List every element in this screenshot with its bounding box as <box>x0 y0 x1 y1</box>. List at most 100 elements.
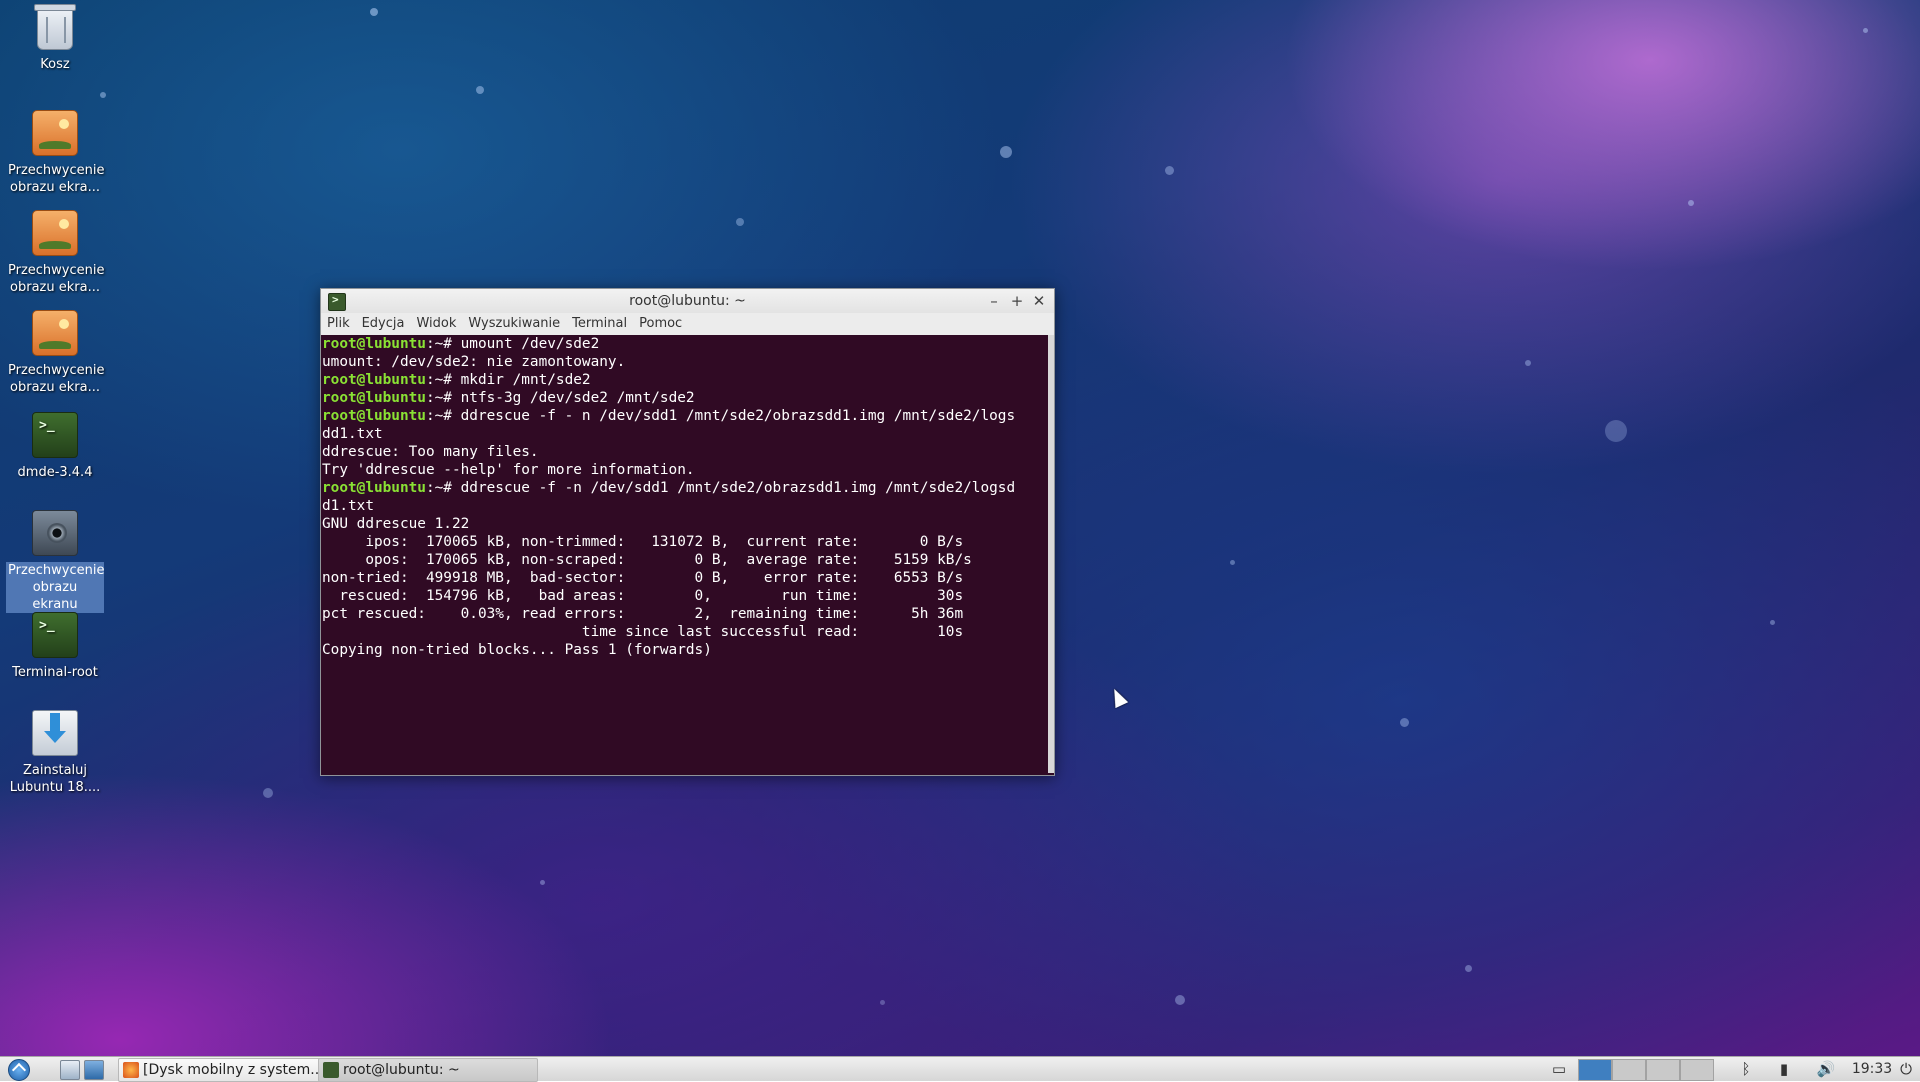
desktop-icon-trash[interactable]: Kosz <box>6 4 104 73</box>
terminal-window[interactable]: root@lubuntu: ~ – + ✕ PlikEdycjaWidokWys… <box>320 288 1055 776</box>
workspace-4[interactable] <box>1680 1059 1714 1081</box>
workspace-3[interactable] <box>1646 1059 1680 1081</box>
workspace-2[interactable] <box>1612 1059 1646 1081</box>
terminal-line: pct rescued: 0.03%, read errors: 2, rema… <box>322 605 963 623</box>
desktop-icon-label: Terminal-root <box>12 665 98 680</box>
desktop-icon-label: dmde-3.4.4 <box>17 465 93 480</box>
terminal-icon <box>323 1062 339 1078</box>
menu-widok[interactable]: Widok <box>410 313 462 335</box>
terminal-line-text: umount: /dev/sde2: nie zamontowany. <box>322 354 626 370</box>
star <box>1863 28 1868 33</box>
menu-plik[interactable]: Plik <box>321 313 356 335</box>
star <box>370 8 378 16</box>
terminal-line: dd1.txt <box>322 425 383 443</box>
start-menu-button[interactable] <box>8 1059 30 1081</box>
terminal-line-text: umount /dev/sde2 <box>451 336 600 352</box>
clock[interactable]: 19:33 <box>1850 1057 1894 1081</box>
bluetooth-icon[interactable]: ᛒ <box>1736 1057 1756 1081</box>
terminal-line: rescued: 154796 kB, bad areas: 0, run ti… <box>322 587 963 605</box>
task-label: root@lubuntu: ~ <box>343 1062 460 1078</box>
star <box>1165 166 1174 175</box>
maximize-button[interactable]: + <box>1007 291 1027 311</box>
desktop-icon-dmde[interactable]: dmde-3.4.4 <box>6 408 104 481</box>
terminal-line-text: non-tried: 499918 MB, bad-sector: 0 B, e… <box>322 570 964 586</box>
terminal-line-text: GNU ddrescue 1.22 <box>322 516 470 532</box>
terminal-line: root@lubuntu:~# umount /dev/sde2 <box>322 335 599 353</box>
taskbar: [Dysk mobilny z system... root@lubuntu: … <box>0 1056 1920 1082</box>
terminal-line-text: ntfs-3g /dev/sde2 /mnt/sde2 <box>451 390 695 406</box>
window-titlebar[interactable]: root@lubuntu: ~ – + ✕ <box>321 289 1054 313</box>
desktop-icon-label: Przechwycenie obrazu ekra... <box>8 263 105 295</box>
terminal-line-text: ddrescue -f -n /dev/sdd1 /mnt/sde2/obraz… <box>451 480 1016 496</box>
scrollbar[interactable] <box>1048 335 1054 773</box>
terminal-line: root@lubuntu:~# ddrescue -f - n /dev/sdd… <box>322 407 1015 425</box>
workspace-1[interactable] <box>1578 1059 1612 1081</box>
terminal-prompt-suffix: :~# <box>425 390 452 406</box>
screenshot-file-icon <box>32 110 78 156</box>
terminal-line: Copying non-tried blocks... Pass 1 (forw… <box>322 641 712 659</box>
star <box>1175 995 1185 1005</box>
desktop-icon-screenshot-2[interactable]: Przechwycenie obrazu ekra... <box>6 206 104 296</box>
terminal-line-text: Copying non-tried blocks... Pass 1 (forw… <box>322 642 712 658</box>
desktop-icon-install-lubuntu[interactable]: Zainstaluj Lubuntu 18.... <box>6 706 104 796</box>
terminal-line: d1.txt <box>322 497 374 515</box>
power-icon[interactable]: ⏻ <box>1896 1057 1916 1081</box>
window-list-icon[interactable]: ▭ <box>1548 1057 1570 1081</box>
menu-terminal[interactable]: Terminal <box>566 313 633 335</box>
terminal-prompt: root@lubuntu <box>322 390 426 406</box>
star <box>1605 420 1627 442</box>
desktop-icon-label: Przechwycenie obrazu ekra... <box>8 163 105 195</box>
desktop-icon-screenshot-tool[interactable]: Przechwycenie obrazu ekranu <box>6 506 104 613</box>
close-button[interactable]: ✕ <box>1029 291 1049 311</box>
minimize-button[interactable]: – <box>984 291 1004 311</box>
terminal-prompt-suffix: :~# <box>425 480 452 496</box>
terminal-prompt: root@lubuntu <box>322 480 426 496</box>
star <box>1400 718 1409 727</box>
terminal-prompt: root@lubuntu <box>322 408 426 424</box>
terminal-line-text: mkdir /mnt/sde2 <box>451 372 591 388</box>
desktop-icon-terminal-root[interactable]: Terminal-root <box>6 608 104 681</box>
desktop-show-icon[interactable] <box>84 1060 104 1080</box>
trash-icon <box>34 4 76 50</box>
star <box>1230 560 1235 565</box>
volume-icon[interactable]: 🔊 <box>1814 1057 1838 1081</box>
terminal-line: root@lubuntu:~# ddrescue -f -n /dev/sdd1… <box>322 479 1015 497</box>
terminal-line: time since last successful read: 10s <box>322 623 963 641</box>
terminal-prompt-suffix: :~# <box>425 336 452 352</box>
desktop-icon-label: Kosz <box>40 57 70 72</box>
terminal-line-text: time since last successful read: 10s <box>322 624 964 640</box>
terminal-line-text: opos: 170065 kB, non-scraped: 0 B, avera… <box>322 552 972 568</box>
terminal-line: non-tried: 499918 MB, bad-sector: 0 B, e… <box>322 569 963 587</box>
desktop-icon-label: Zainstaluj Lubuntu 18.... <box>9 763 101 795</box>
star <box>736 218 744 226</box>
network-signal-icon[interactable]: ▮ <box>1774 1057 1794 1081</box>
firefox-icon <box>123 1062 139 1078</box>
desktop-icon-screenshot-3[interactable]: Przechwycenie obrazu ekra... <box>6 306 104 396</box>
terminal-line-text: ddrescue -f - n /dev/sdd1 /mnt/sde2/obra… <box>451 408 1016 424</box>
taskbar-task-terminal[interactable]: root@lubuntu: ~ <box>318 1058 538 1082</box>
window-title: root@lubuntu: ~ <box>629 293 746 309</box>
star <box>1000 146 1012 158</box>
file-manager-launcher-icon[interactable] <box>60 1060 80 1080</box>
star <box>1770 620 1775 625</box>
menu-edycja[interactable]: Edycja <box>356 313 411 335</box>
terminal-line: root@lubuntu:~# mkdir /mnt/sde2 <box>322 371 591 389</box>
menu-pomoc[interactable]: Pomoc <box>633 313 688 335</box>
terminal-line-text: d1.txt <box>322 498 374 514</box>
terminal-line: opos: 170065 kB, non-scraped: 0 B, avera… <box>322 551 972 569</box>
star <box>1465 965 1472 972</box>
menu-wyszukiwanie[interactable]: Wyszukiwanie <box>462 313 566 335</box>
star <box>1688 200 1694 206</box>
terminal-line: Try 'ddrescue --help' for more informati… <box>322 461 695 479</box>
terminal-prompt: root@lubuntu <box>322 336 426 352</box>
terminal-output[interactable]: root@lubuntu:~# umount /dev/sde2 umount: … <box>321 335 1048 773</box>
star <box>100 92 106 98</box>
terminal-line-text: ipos: 170065 kB, non-trimmed: 131072 B, … <box>322 534 964 550</box>
terminal-line-text: pct rescued: 0.03%, read errors: 2, rema… <box>322 606 964 622</box>
screenshot-file-icon <box>32 310 78 356</box>
desktop-icon-label: Przechwycenie obrazu ekranu <box>6 562 105 613</box>
taskbar-task-browser[interactable]: [Dysk mobilny z system... <box>118 1058 338 1082</box>
terminal-line: GNU ddrescue 1.22 <box>322 515 469 533</box>
terminal-line: ipos: 170065 kB, non-trimmed: 131072 B, … <box>322 533 963 551</box>
desktop-icon-screenshot-1[interactable]: Przechwycenie obrazu ekra... <box>6 106 104 196</box>
